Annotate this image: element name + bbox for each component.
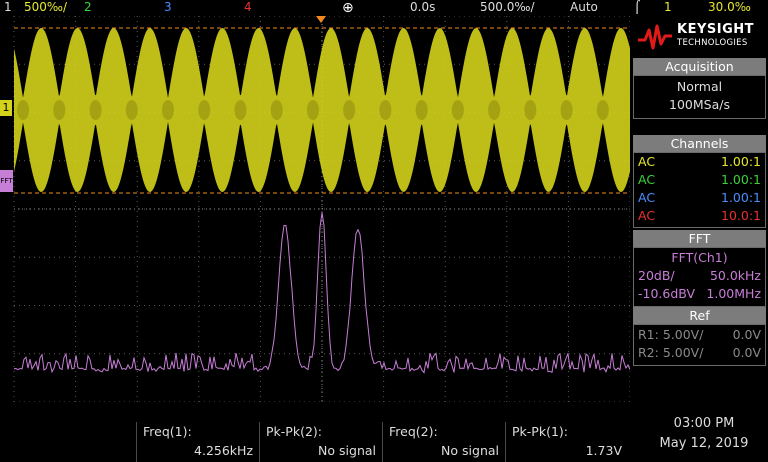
channel4-number[interactable]: 4: [244, 0, 252, 15]
ch1-null-band: [306, 100, 319, 120]
fft-source: FFT(Ch1): [671, 250, 728, 265]
ch1-null-band: [17, 100, 30, 120]
side-panel: KEYSIGHT TECHNOLOGIES Acquisition Normal…: [631, 16, 768, 402]
trigger-edge-icon: ⌠: [634, 0, 641, 14]
measurement-pkpk1[interactable]: Pk-Pk(1): 1.73V: [506, 422, 628, 462]
ref-box[interactable]: R1: 5.00V/0.0V R2: 5.00V/0.0V: [633, 324, 766, 366]
channel1-number[interactable]: 1: [4, 0, 12, 15]
acquisition-mode: Normal: [676, 79, 723, 94]
ch1-null-band: [270, 100, 283, 120]
fft-scale-row: 20dB/50.0kHz: [638, 268, 761, 283]
fft-box[interactable]: FFT(Ch1) 20dB/50.0kHz -10.6dBV 1.00MHz: [633, 247, 766, 307]
ref2-row: R2: 5.00V/0.0V: [638, 345, 761, 360]
trigger-mode[interactable]: Auto: [570, 0, 598, 15]
channel1-marker[interactable]: 1: [0, 100, 12, 116]
channel2-row: AC 1.00:1: [638, 172, 761, 187]
measurement-pkpk2[interactable]: Pk-Pk(2): No signal: [260, 422, 382, 462]
ch1-null-band: [234, 100, 247, 120]
channel3-number[interactable]: 3: [164, 0, 172, 15]
ch1-null-band: [162, 100, 174, 120]
zoom-icon[interactable]: ⊕: [342, 1, 354, 16]
channels-header[interactable]: Channels: [633, 135, 766, 152]
acquisition-rate: 100MSa/s: [669, 97, 730, 112]
fft-marker[interactable]: FFT: [0, 170, 13, 192]
fft-header[interactable]: FFT: [633, 230, 766, 247]
channel1-row: AC 1.00:1: [638, 154, 761, 169]
ch1-null-band: [524, 100, 537, 120]
ch1-null-band: [343, 100, 356, 120]
ch1-null-band: [53, 100, 66, 120]
channels-box[interactable]: AC 1.00:1 AC 1.00:1 AC 1.00:1 AC 10.0:1: [633, 152, 766, 228]
ch1-null-band: [560, 100, 573, 120]
channel3-row: AC 1.00:1: [638, 190, 761, 205]
measurement-freq1[interactable]: Freq(1): 4.256kHz: [137, 422, 259, 462]
brand-name: KEYSIGHT: [677, 22, 754, 37]
channel1-scale[interactable]: 500‰/: [24, 0, 67, 15]
status-bar: 1 500‰/ 2 3 4 ⊕ 0.0s 500.0‰/ Auto ⌠ 1 30…: [0, 0, 768, 16]
trigger-level[interactable]: 30.0‰: [708, 0, 751, 15]
trigger-position-marker[interactable]: [316, 16, 326, 23]
acquisition-box[interactable]: Normal 100MSa/s: [633, 75, 766, 119]
measurement-freq2[interactable]: Freq(2): No signal: [383, 422, 505, 462]
measurement-bar: Freq(1): 4.256kHz Pk-Pk(2): No signal Fr…: [0, 402, 768, 462]
trigger-channel[interactable]: 1: [664, 0, 672, 15]
keysight-logo: KEYSIGHT TECHNOLOGIES: [635, 20, 765, 56]
fft-ref-row: -10.6dBV 1.00MHz: [638, 286, 761, 301]
ch1-null-band: [596, 100, 609, 120]
waveform-canvas: [13, 15, 646, 403]
ref-header[interactable]: Ref: [633, 307, 766, 324]
clock-date: May 12, 2019: [659, 436, 749, 451]
ch1-null-band: [379, 100, 392, 120]
clock-time: 03:00 PM: [673, 416, 735, 431]
ch1-null-band: [125, 100, 138, 120]
ref1-row: R1: 5.00V/0.0V: [638, 327, 761, 342]
time-scale[interactable]: 500.0‰/: [480, 0, 535, 15]
ch1-null-band: [451, 100, 464, 120]
brand-subtitle: TECHNOLOGIES: [677, 38, 748, 48]
waveform-display[interactable]: 1 FFT: [0, 15, 646, 403]
ch1-null-band: [89, 100, 102, 120]
ch1-null-band: [488, 100, 501, 120]
ch1-null-band: [415, 100, 428, 120]
keysight-wave-icon: [638, 24, 672, 50]
acquisition-header[interactable]: Acquisition: [633, 58, 766, 75]
ch1-null-band: [198, 100, 211, 120]
time-offset[interactable]: 0.0s: [410, 0, 435, 15]
channel2-number[interactable]: 2: [84, 0, 92, 15]
channel4-row: AC 10.0:1: [638, 208, 761, 223]
